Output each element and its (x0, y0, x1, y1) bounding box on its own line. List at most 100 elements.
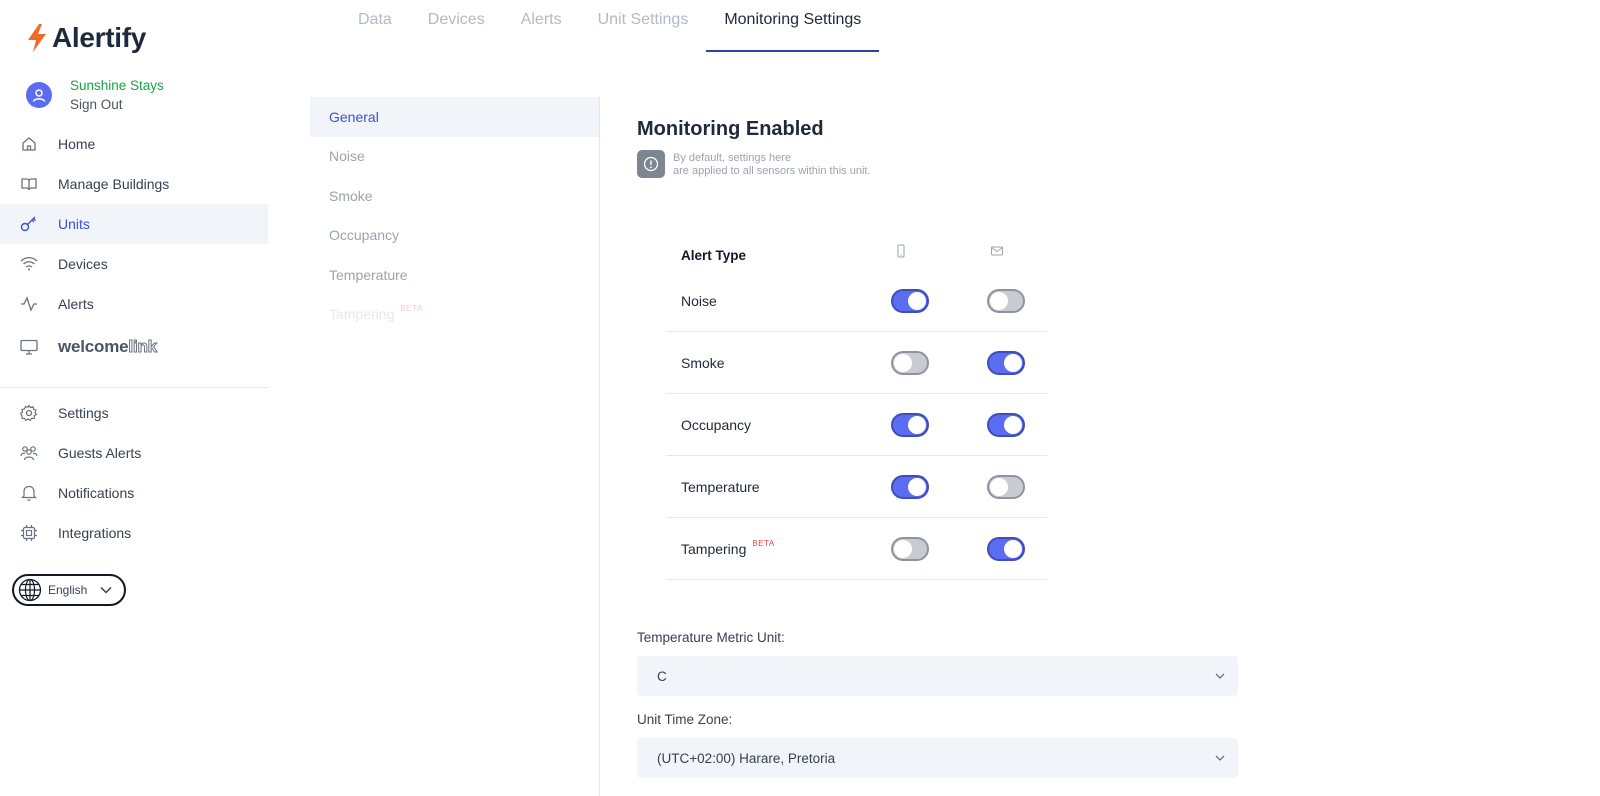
language-label: English (48, 583, 88, 597)
subnav-general[interactable]: General (310, 97, 600, 137)
sidebar-item-label: Manage Buildings (58, 176, 170, 192)
smoke-push-toggle[interactable] (891, 350, 929, 375)
avatar[interactable] (26, 82, 52, 108)
user-name: Sunshine Stays (70, 78, 164, 93)
sidebar-item-units[interactable]: Units (0, 204, 268, 244)
tab-monitoring-settings[interactable]: Monitoring Settings (706, 0, 880, 52)
tab-alerts[interactable]: Alerts (503, 0, 580, 52)
chip-icon (20, 524, 38, 542)
smoke-email-toggle[interactable] (987, 350, 1025, 375)
alert-table-header: Alert Type (666, 230, 1047, 270)
gear-icon (20, 404, 38, 422)
bell-icon (20, 484, 38, 502)
tab-data[interactable]: Data (340, 0, 410, 52)
occupancy-email-toggle[interactable] (987, 412, 1025, 437)
chevron-down-icon (1215, 755, 1225, 761)
sidebar-item-manage-buildings[interactable]: Manage Buildings (0, 164, 268, 204)
time-zone-select[interactable]: (UTC+02:00) Harare, Pretoria (637, 738, 1238, 778)
sidebar-item-label: Alerts (58, 296, 94, 312)
subnav-tampering-label: Tampering (329, 306, 395, 323)
alert-row-label: Occupancy (681, 416, 752, 433)
alert-row-label: Smoke (681, 354, 725, 371)
chevron-down-icon (100, 586, 112, 594)
temperature-unit-select[interactable]: C (637, 656, 1238, 696)
sidebar-item-alerts[interactable]: Alerts (0, 284, 268, 324)
sidebar-item-notifications[interactable]: Notifications (0, 473, 268, 513)
sidebar-item-home[interactable]: Home (0, 124, 268, 164)
info-icon (637, 150, 665, 178)
tab-devices[interactable]: Devices (410, 0, 503, 52)
time-zone-label: Unit Time Zone: (637, 712, 733, 727)
occupancy-push-toggle[interactable] (891, 412, 929, 437)
alert-row-occupancy: Occupancy (666, 394, 1047, 456)
alert-row-tampering: Tampering BETA (666, 518, 1047, 580)
chevron-down-icon (1215, 673, 1225, 679)
welcomelink-logo-part-b: link (128, 337, 158, 357)
alert-type-header: Alert Type (681, 247, 747, 263)
alert-row-smoke: Smoke (666, 332, 1047, 394)
monitoring-panel: Monitoring Enabled By default, settings … (637, 118, 1238, 778)
alert-row-label: Temperature (681, 478, 760, 495)
sidebar-item-label: Notifications (58, 485, 135, 501)
alert-row-label: Tampering (681, 540, 747, 557)
app-logo[interactable]: Alertify (26, 22, 146, 54)
app-name: Alertify (52, 22, 147, 53)
info-line-2: are applied to all sensors within this u… (673, 165, 871, 177)
sidebar-item-label: Guests Alerts (58, 445, 142, 461)
globe-icon (18, 578, 42, 602)
settings-subnav: General Noise Smoke Occupancy Temperatur… (310, 97, 600, 334)
tab-unit-settings[interactable]: Unit Settings (580, 0, 707, 52)
sidebar-item-label: Integrations (58, 525, 132, 541)
info-note: By default, settings here are applied to… (637, 150, 957, 178)
sidebar-item-devices[interactable]: Devices (0, 244, 268, 284)
sidebar-item-guests-alerts[interactable]: Guests Alerts (0, 433, 268, 473)
tampering-push-toggle[interactable] (891, 536, 929, 561)
info-line-1: By default, settings here (673, 152, 792, 164)
noise-email-toggle[interactable] (987, 288, 1025, 313)
subnav-temperature[interactable]: Temperature (310, 255, 600, 295)
subnav-noise[interactable]: Noise (310, 137, 600, 177)
subnav-tampering: Tampering BETA (310, 295, 600, 335)
sidebar-divider (0, 387, 268, 388)
sidebar: Alertify Sunshine Stays Sign Out Home Ma… (0, 0, 268, 796)
beta-badge: BETA (752, 539, 775, 548)
phone-icon (897, 244, 905, 258)
sidebar-item-label: Devices (58, 256, 108, 272)
users-icon (20, 444, 38, 462)
bolt-icon (28, 24, 46, 52)
sidebar-item-label: Home (58, 136, 96, 152)
time-zone-value: (UTC+02:00) Harare, Pretoria (657, 750, 836, 766)
alert-row-temperature: Temperature (666, 456, 1047, 518)
sign-out-link[interactable]: Sign Out (70, 95, 164, 114)
sidebar-item-welcomelink[interactable]: welcomelink (0, 327, 268, 367)
book-icon (20, 175, 38, 193)
user-block: Sunshine Stays Sign Out (26, 76, 164, 114)
mail-icon (991, 246, 1003, 256)
temperature-unit-label: Temperature Metric Unit: (637, 630, 785, 645)
subnav-occupancy[interactable]: Occupancy (310, 216, 600, 256)
sidebar-item-label: Settings (58, 405, 109, 421)
sidebar-item-settings[interactable]: Settings (0, 393, 268, 433)
sidebar-item-integrations[interactable]: Integrations (0, 513, 268, 553)
activity-icon (20, 295, 38, 313)
alert-row-label: Noise (681, 292, 717, 309)
wifi-icon (20, 255, 38, 273)
alert-row-noise: Noise (666, 270, 1047, 332)
subnav-smoke[interactable]: Smoke (310, 176, 600, 216)
temperature-unit-value: C (657, 668, 667, 684)
beta-badge: BETA (400, 303, 423, 313)
welcomelink-logo: welcomelink (58, 337, 158, 357)
temperature-push-toggle[interactable] (891, 474, 929, 499)
sidebar-item-label: Units (58, 216, 90, 232)
tampering-email-toggle[interactable] (987, 536, 1025, 561)
welcomelink-logo-part-a: welcome (58, 337, 129, 356)
user-icon (32, 89, 46, 102)
alert-type-table: Alert Type Noise Smoke Occupancy Tempera… (666, 230, 1047, 580)
subnav-divider (599, 97, 600, 796)
home-icon (20, 135, 38, 153)
noise-push-toggle[interactable] (891, 288, 929, 313)
language-select[interactable]: English (12, 574, 126, 606)
top-tabs: Data Devices Alerts Unit Settings Monito… (340, 0, 880, 52)
temperature-email-toggle[interactable] (987, 474, 1025, 499)
monitor-icon (20, 338, 38, 356)
